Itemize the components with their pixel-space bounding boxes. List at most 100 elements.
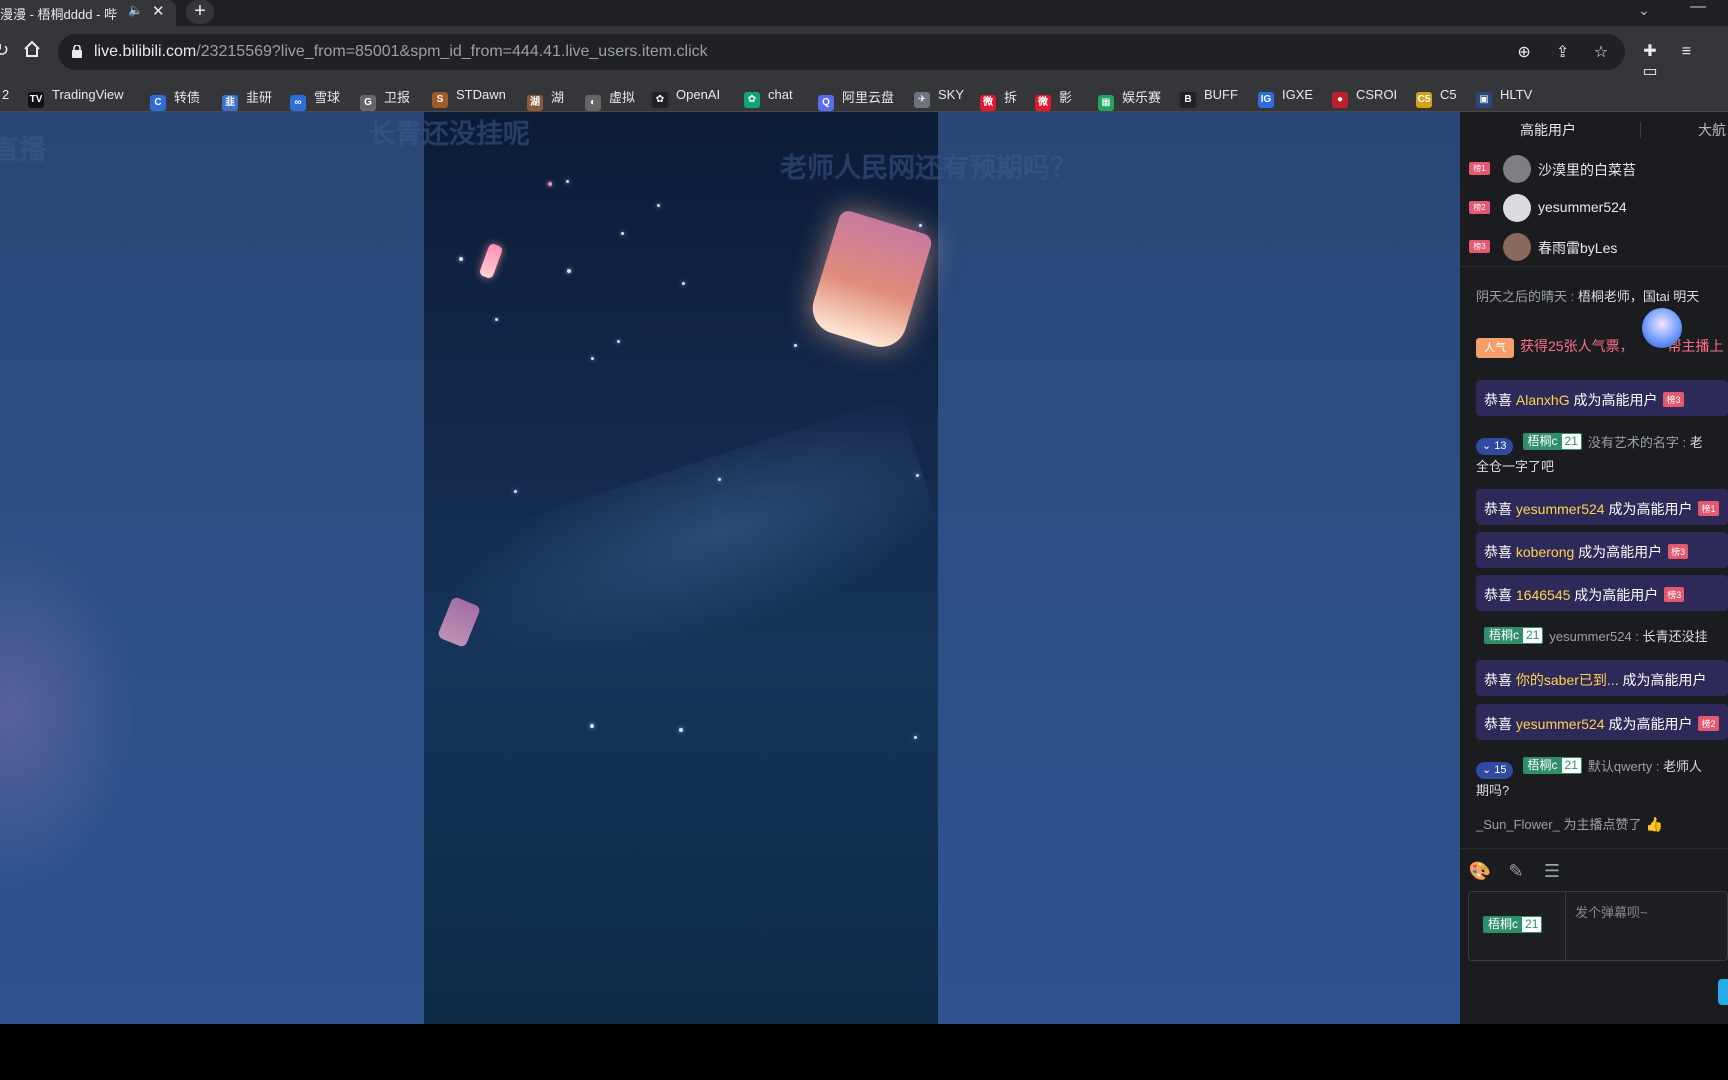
notice-suffix: 成为高能用户 bbox=[1622, 672, 1707, 688]
medal-level: 21 bbox=[1522, 917, 1542, 932]
danmaku-settings-icon[interactable]: ☰ bbox=[1540, 861, 1564, 885]
browser-tab-active[interactable]: 漫漫 - 梧桐dddd - 哔 🔈 ✕ bbox=[0, 0, 176, 26]
fan-medal[interactable]: 梧桐c 21 bbox=[1484, 627, 1544, 644]
speaker-icon[interactable]: 🔈 bbox=[128, 3, 143, 17]
chat-text: 梧桐老师，国tai 明天 bbox=[1577, 289, 1700, 304]
extensions-icon[interactable]: ✚ bbox=[1640, 41, 1660, 61]
bookmark-jiuyan[interactable]: 韭韭研 bbox=[222, 87, 272, 111]
user-name[interactable]: yesummer524 bbox=[1538, 199, 1627, 215]
star bbox=[591, 357, 594, 360]
chat-user[interactable]: 默认qwerty bbox=[1588, 759, 1652, 774]
bookmark-weibo[interactable]: 微影 bbox=[1035, 87, 1072, 111]
home-icon[interactable] bbox=[22, 39, 42, 59]
bookmark-guardian[interactable]: G 卫报 bbox=[360, 87, 410, 111]
media-control-icon[interactable]: ≡ bbox=[1676, 43, 1696, 61]
high-energy-user-row[interactable]: 榜1 沙漠里的白菜苔 bbox=[1460, 151, 1728, 185]
bookmark-label: 韭研 bbox=[246, 90, 273, 105]
tab-title: 漫漫 - 梧桐dddd - 哔 bbox=[0, 7, 118, 22]
send-button[interactable] bbox=[1718, 979, 1728, 1005]
chat-user[interactable]: 没有艺术的名字 bbox=[1588, 435, 1679, 450]
vote-badge: ⌄ 15 bbox=[1476, 762, 1513, 779]
high-energy-notice: 恭喜 AlanxhG 成为高能用户 榜3 bbox=[1476, 380, 1728, 416]
fan-medal[interactable]: 梧桐c 21 bbox=[1522, 433, 1582, 450]
input-divider bbox=[1565, 892, 1566, 960]
bookmarks-bar: 2 TV TradingView C 转债 韭韭研 ∞ 雪球 G 卫报 S STDawn 湖湖 ◐ 虚拟 ✿… bbox=[0, 80, 1728, 112]
bookmark-buff[interactable]: B BUFF bbox=[1180, 87, 1238, 108]
notice-user[interactable]: yesummer524 bbox=[1516, 501, 1605, 517]
video-glow bbox=[0, 532, 140, 892]
chat-user[interactable]: 阴天之后的晴天 bbox=[1476, 289, 1567, 304]
fan-medal[interactable]: 梧桐c 21 bbox=[1483, 916, 1543, 933]
bookmark-label: 虚拟 bbox=[609, 90, 636, 105]
url-text[interactable]: live.bilibili.com/23215569?live_from=850… bbox=[94, 43, 708, 61]
minimize-button[interactable]: — bbox=[1690, 0, 1706, 16]
notice-prefix: 恭喜 bbox=[1484, 672, 1512, 688]
star-icon[interactable]: ☆ bbox=[1591, 42, 1611, 62]
fan-medal[interactable]: 梧桐c 21 bbox=[1522, 757, 1582, 774]
panel-divider bbox=[1460, 266, 1728, 267]
reload-icon[interactable]: ↻ bbox=[0, 40, 9, 61]
bookmark-csroi[interactable]: ● CSROI bbox=[1332, 87, 1397, 108]
bookmark-sheet[interactable]: ▦ 娱乐赛 bbox=[1098, 87, 1161, 111]
close-icon[interactable]: ✕ bbox=[152, 2, 165, 20]
avatar[interactable] bbox=[1503, 194, 1531, 222]
bookmark-igxe[interactable]: IG IGXE bbox=[1258, 87, 1313, 108]
bookmark-weibo[interactable]: 微拆 bbox=[980, 87, 1017, 111]
palette-icon[interactable]: 🎨 bbox=[1468, 861, 1492, 885]
bookmark-aliyun-drive[interactable]: Q 阿里云盘 bbox=[818, 87, 894, 111]
notice-user[interactable]: 你的saber已到... bbox=[1516, 672, 1619, 688]
convertible-icon: C bbox=[150, 95, 166, 111]
chat-text: 老 bbox=[1689, 435, 1703, 450]
live-video-player[interactable]: 直播 长青还没挂呢 老师人民网还有预期吗？ bbox=[0, 112, 1460, 1024]
share-icon[interactable]: ⇪ bbox=[1553, 42, 1573, 62]
bookmark-tradingview[interactable]: TV TradingView bbox=[28, 87, 124, 108]
gift-tool-icon[interactable]: ✎ bbox=[1504, 861, 1528, 885]
zoom-icon[interactable]: ⊕ bbox=[1514, 42, 1534, 62]
avatar[interactable] bbox=[1503, 233, 1531, 261]
bookmark-stdawn[interactable]: S STDawn bbox=[432, 87, 506, 108]
user-name[interactable]: 春雨雷byLes bbox=[1538, 238, 1617, 258]
bookmark-xueqiu[interactable]: ∞ 雪球 bbox=[290, 87, 340, 111]
bookmark-label: 拆 bbox=[1004, 90, 1018, 105]
lock-icon[interactable] bbox=[72, 45, 82, 58]
new-tab-button[interactable]: + bbox=[186, 0, 214, 24]
sky-icon: ✈ bbox=[914, 92, 930, 108]
high-energy-notice: 恭喜 你的saber已到... 成为高能用户 bbox=[1476, 660, 1728, 696]
bookmark-c5[interactable]: C5 C5 bbox=[1416, 87, 1457, 108]
bookmark-chat[interactable]: ✿ chat bbox=[744, 87, 793, 108]
tab-captain[interactable]: 大航 bbox=[1698, 120, 1726, 140]
bookmark-overflow[interactable]: 2 bbox=[2, 87, 9, 102]
chat-user[interactable]: yesummer524 bbox=[1549, 629, 1631, 644]
chat-input-area: 🎨 ✎ ☰ 梧桐c 21 发个弹幕呗~ bbox=[1460, 848, 1728, 1024]
bookmark-sky[interactable]: ✈ SKY bbox=[914, 87, 964, 108]
bookmark-lake[interactable]: 湖湖 bbox=[527, 87, 564, 111]
address-bar[interactable]: live.bilibili.com/23215569?live_from=850… bbox=[58, 34, 1625, 70]
danmaku-input[interactable]: 梧桐c 21 发个弹幕呗~ bbox=[1468, 891, 1728, 961]
notice-user[interactable]: yesummer524 bbox=[1516, 716, 1605, 732]
side-panel-icon[interactable]: ▭ bbox=[1640, 61, 1660, 81]
high-energy-user-row[interactable]: 榜2 yesummer524 bbox=[1460, 190, 1728, 224]
gift-message: 人气 获得25张人气票， 帮主播上 bbox=[1476, 336, 1723, 358]
notice-suffix: 成为高能用户 bbox=[1578, 544, 1663, 560]
chevron-down-icon[interactable]: ⌄ bbox=[1638, 2, 1650, 19]
avatar[interactable] bbox=[1503, 155, 1531, 183]
bookmark-openai[interactable]: ✿ OpenAI bbox=[652, 87, 720, 108]
tab-high-energy[interactable]: 高能用户 bbox=[1520, 120, 1576, 140]
chat-text: 长青还没挂 bbox=[1642, 629, 1708, 644]
input-placeholder[interactable]: 发个弹幕呗~ bbox=[1575, 902, 1648, 921]
high-energy-user-row[interactable]: 榜3 春雨雷byLes bbox=[1460, 229, 1728, 263]
bookmark-label: 影 bbox=[1059, 90, 1073, 105]
bookmark-globe[interactable]: ◐ 虚拟 bbox=[585, 87, 635, 111]
bookmark-hltv[interactable]: ▣ HLTV bbox=[1476, 87, 1532, 108]
toolbar-actions: ✚ ≡ ▭ bbox=[1640, 41, 1728, 81]
browser-toolbar: ↻ live.bilibili.com/23215569?live_from=8… bbox=[0, 26, 1728, 80]
sky-lantern bbox=[806, 208, 934, 354]
bookmark-convertible[interactable]: C 转债 bbox=[150, 87, 200, 111]
notice-prefix: 恭喜 bbox=[1484, 544, 1512, 560]
user-name[interactable]: 沙漠里的白菜苔 bbox=[1538, 160, 1636, 180]
notice-user[interactable]: AlanxhG bbox=[1516, 392, 1570, 408]
notice-user[interactable]: koberong bbox=[1516, 544, 1574, 560]
danmaku-text: 长青还没挂呢 bbox=[368, 119, 530, 149]
notice-user[interactable]: 1646545 bbox=[1516, 587, 1571, 603]
chat-message: ⌄ 13 梧桐c 21 没有艺术的名字 : 老 bbox=[1476, 432, 1703, 455]
